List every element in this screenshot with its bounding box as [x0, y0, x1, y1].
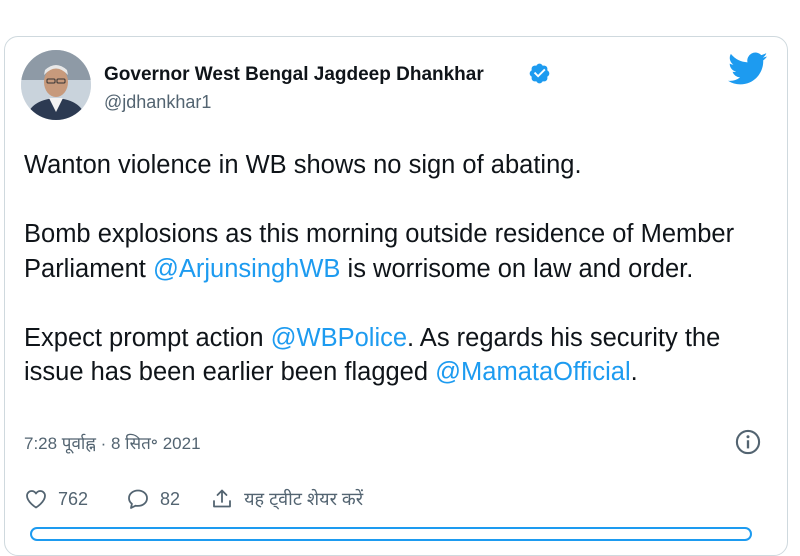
reply-count: 82 — [160, 488, 181, 509]
tweet-text-segment: Expect prompt action — [24, 323, 271, 352]
read-replies-button[interactable] — [30, 527, 752, 541]
like-count: 762 — [58, 488, 89, 509]
mention-link-arjunsinghwb[interactable]: @ArjunsinghWB — [153, 255, 340, 283]
twitter-bird-icon[interactable] — [728, 52, 768, 86]
tweet-text-segment: is worrisome on law and order. — [340, 254, 694, 283]
tweet-text: Wanton violence in WB shows no sign of a… — [24, 148, 784, 390]
author-avatar[interactable] — [21, 50, 91, 120]
info-icon[interactable] — [734, 428, 762, 456]
tweet-paragraph: Expect prompt action @WBPolice. As regar… — [24, 321, 784, 390]
tweet-actions: 762 82 यह ट्वीट शेयर करें — [24, 484, 363, 514]
reply-bubble-icon — [128, 489, 148, 509]
avatar-photo-icon — [21, 50, 91, 120]
author-name[interactable]: Governor West Bengal Jagdeep Dhankhar — [104, 64, 484, 86]
heart-icon — [26, 490, 46, 509]
share-icon — [213, 489, 231, 508]
tweet-paragraph: Wanton violence in WB shows no sign of a… — [24, 148, 784, 183]
author-handle[interactable]: @jdhankhar1 — [104, 92, 211, 113]
like-button[interactable]: 762 — [24, 487, 88, 511]
reply-button[interactable]: 82 — [126, 487, 180, 511]
verified-badge-icon — [529, 63, 550, 84]
tweet-paragraph: Bomb explosions as this morning outside … — [24, 217, 784, 286]
share-button[interactable]: यह ट्वीट शेयर करें — [210, 487, 363, 511]
share-label: यह ट्वीट शेयर करें — [244, 489, 364, 509]
mention-link-wbpolice[interactable]: @WBPolice — [271, 324, 407, 352]
tweet-timestamp[interactable]: 7:28 पूर्वाह्न · 8 सित॰ 2021 — [24, 431, 201, 454]
mention-link-mamataofficial[interactable]: @MamataOfficial — [435, 358, 630, 386]
tweet-text-segment: . — [630, 358, 638, 386]
tweet-text-segment: Wanton violence in WB shows no sign of a… — [24, 151, 582, 179]
